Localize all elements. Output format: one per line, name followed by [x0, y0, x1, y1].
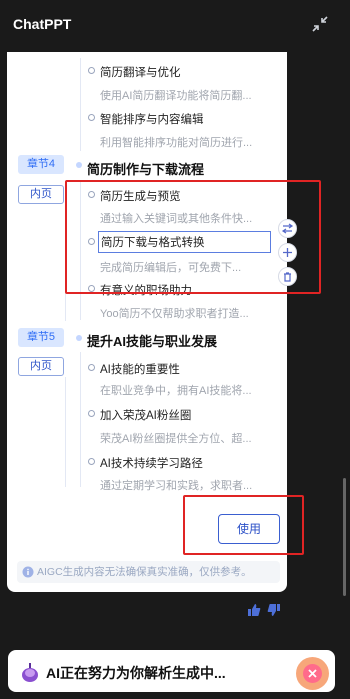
subsection-desc: 使用AI简历翻译功能将简历翻...: [100, 90, 252, 102]
assistant-avatar-icon: [22, 663, 38, 682]
use-button[interactable]: 使用: [218, 514, 280, 544]
subsection-desc: 在职业竞争中，拥有AI技能将...: [100, 385, 252, 397]
thumb-down-icon[interactable]: [267, 603, 281, 617]
thumb-up-icon[interactable]: [247, 603, 261, 617]
chapter-title[interactable]: 简历制作与下载流程: [87, 159, 204, 178]
chapter-dot: [76, 335, 82, 341]
title-bar: ChatPPT: [0, 0, 350, 50]
subsection-title[interactable]: 智能排序与内容编辑: [100, 111, 204, 127]
subsection-desc: 通过定期学习和实践，求职者...: [100, 480, 253, 492]
collapse-arrows-icon[interactable]: [311, 15, 329, 33]
tree-line: [80, 58, 81, 151]
delete-icon[interactable]: [278, 267, 297, 286]
subsection-title[interactable]: 简历生成与预览: [100, 188, 181, 204]
tree-node-dot: [88, 114, 95, 121]
tree-node-dot: [88, 191, 95, 198]
chapter-badge: 章节4: [18, 155, 64, 174]
tree-node-dot: [88, 285, 95, 292]
subsection-desc: 利用智能排序功能对简历进行...: [100, 137, 253, 149]
item-toolbar: [278, 219, 298, 286]
subsection-desc: 完成简历编辑后，可免费下...: [100, 262, 242, 274]
generation-status-bar: AI正在努力为你解析生成中...: [8, 650, 335, 692]
chapter-badge: 章节5: [18, 328, 64, 347]
chapter-title[interactable]: 提升AI技能与职业发展: [87, 331, 217, 350]
subsection-title-editing[interactable]: 简历下载与格式转换: [98, 231, 271, 253]
chapter-dot: [76, 162, 82, 168]
app-title: ChatPPT: [13, 16, 72, 32]
tree-node-dot: [88, 67, 95, 74]
disclaimer-note: AIGC生成内容无法确保真实准确，仅供参考。: [17, 561, 280, 583]
chapter-connector-line: [65, 205, 66, 321]
subsection-title[interactable]: AI技术持续学习路径: [100, 455, 203, 471]
page-type-tag[interactable]: 内页: [18, 185, 64, 204]
outline-tree: 简历翻译与优化 使用AI简历翻译功能将简历翻... 智能排序与内容编辑 利用智能…: [7, 52, 287, 552]
subsection-title[interactable]: 加入荣茂AI粉丝圈: [100, 407, 191, 423]
tree-node-dot: [88, 238, 95, 245]
subsection-title[interactable]: 简历翻译与优化: [100, 64, 181, 80]
tree-node-dot: [88, 458, 95, 465]
subsection-title[interactable]: 有意义的职场助力: [100, 282, 192, 298]
subsection-desc: Yoo简历不仅帮助求职者打造...: [100, 308, 249, 320]
scrollbar[interactable]: [343, 478, 346, 596]
stop-close-icon[interactable]: [296, 657, 329, 690]
subsection-title[interactable]: AI技能的重要性: [100, 361, 180, 377]
tree-node-dot: [88, 410, 95, 417]
tree-node-dot: [88, 364, 95, 371]
tree-line: [80, 180, 81, 320]
chapter-connector-line: [65, 377, 66, 487]
add-icon[interactable]: [278, 243, 297, 262]
info-icon: [22, 566, 34, 578]
subsection-desc: 通过输入关键词或其他条件快...: [100, 213, 253, 225]
list-swap-icon[interactable]: [278, 219, 297, 238]
page-type-tag[interactable]: 内页: [18, 357, 64, 376]
outline-panel[interactable]: 简历翻译与优化 使用AI简历翻译功能将简历翻... 智能排序与内容编辑 利用智能…: [7, 52, 287, 592]
status-text: AI正在努力为你解析生成中...: [46, 665, 226, 681]
subsection-desc: 荣茂AI粉丝圈提供全方位、超...: [100, 433, 252, 445]
tree-line: [80, 352, 81, 487]
disclaimer-text: AIGC生成内容无法确保真实准确，仅供参考。: [37, 566, 252, 578]
